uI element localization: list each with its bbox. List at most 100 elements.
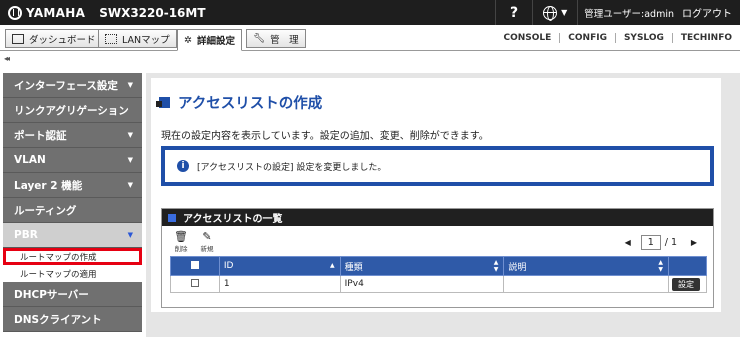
access-list-header-text: アクセスリストの一覧 <box>183 214 283 225</box>
row-description <box>503 275 669 293</box>
delete-label: 削除 <box>174 245 188 253</box>
select-all-cell <box>170 256 220 276</box>
row-id: 1 <box>218 275 341 293</box>
title-square-icon <box>156 97 170 108</box>
column-label: ID <box>223 261 234 271</box>
toolbar: 🗑︎ 削除 ✎ 新規 <box>170 230 222 254</box>
trash-icon: 🗑︎ <box>174 230 188 243</box>
chevron-down-icon: ▼ <box>127 181 133 189</box>
tab-label: LANマップ <box>122 34 170 46</box>
tab-lanmap[interactable]: LANマップ <box>98 29 177 48</box>
column-label: 種類 <box>344 262 363 273</box>
sidebar-item-label: インターフェース設定 <box>14 79 118 92</box>
yamaha-logo: YAMAHA <box>0 5 86 20</box>
settings-button[interactable]: 設定 <box>672 277 700 291</box>
sidebar-item-label: リンクアグリゲーション <box>14 104 129 117</box>
column-id[interactable]: ID ▲ <box>218 256 341 276</box>
collapse-sidebar-icon[interactable]: ◂◂ <box>4 54 10 63</box>
sort-asc-icon: ▲ <box>330 262 335 269</box>
header-square-icon <box>168 213 176 222</box>
sidebar-item-label: Layer 2 機能 <box>14 179 83 192</box>
tab-management[interactable]: 🔧︎ 管 理 <box>246 29 306 48</box>
sidebar-item-label: ポート認証 <box>14 129 67 142</box>
lanmap-icon <box>105 33 117 44</box>
wrench-icon: 🔧︎ <box>253 33 266 44</box>
column-description[interactable]: 説明 ▲ ▼ <box>503 256 669 276</box>
row-action-cell: 設定 <box>668 275 707 293</box>
access-list-box: アクセスリストの一覧 🗑︎ 削除 ✎ 新規 ◀ 1 / 1 ▶ ID ▲ 種類 … <box>161 208 714 308</box>
sidebar-item-layer2[interactable]: Layer 2 機能 ▼ <box>3 173 142 198</box>
sidebar-item-label: PBR <box>14 229 38 241</box>
new-label: 新規 <box>200 245 214 253</box>
prev-page-icon[interactable]: ◀ <box>621 238 635 247</box>
info-icon: i <box>177 160 189 172</box>
dashboard-icon <box>12 33 24 44</box>
sort-icon: ▲ ▼ <box>658 259 663 273</box>
language-button[interactable]: ▼ <box>532 0 577 25</box>
tab-label: ダッシュボード <box>29 34 96 46</box>
tab-advanced-settings[interactable]: ✲ 詳細設定 <box>177 29 242 51</box>
console-link[interactable]: CONSOLE <box>495 33 559 43</box>
sidebar-item-interface[interactable]: インターフェース設定 ▼ <box>3 73 142 98</box>
sidebar-item-dhcp-server[interactable]: DHCPサーバー <box>3 282 142 307</box>
model-name: SWX3220-16MT <box>99 5 206 20</box>
sidebar-item-label: DNSクライアント <box>14 313 102 326</box>
sidebar-item-label: VLAN <box>14 154 46 166</box>
delete-button[interactable]: 🗑︎ 削除 <box>170 230 192 254</box>
utility-links: CONSOLE CONFIG SYSLOG TECHINFO <box>495 29 740 47</box>
column-type[interactable]: 種類 ▲ ▼ <box>339 256 505 276</box>
sidebar-subitem-create-routemap[interactable]: ルートマップの作成 <box>3 248 142 265</box>
pagination: ◀ 1 / 1 ▶ <box>621 235 701 250</box>
sidebar-item-port-auth[interactable]: ポート認証 ▼ <box>3 123 142 148</box>
sidebar-item-dns-client[interactable]: DNSクライアント <box>3 307 142 332</box>
main-content: アクセスリストの作成 現在の設定内容を表示しています。設定の追加、変更、削除がで… <box>146 73 740 337</box>
notice-text: [アクセスリストの設定] 設定を変更しました。 <box>197 162 387 173</box>
gear-icon: ✲ <box>184 34 192 46</box>
column-label: 説明 <box>508 262 527 273</box>
row-checkbox[interactable] <box>190 278 199 287</box>
page-title: アクセスリストの作成 <box>156 92 323 113</box>
chevron-down-icon: ▼ <box>127 81 133 89</box>
sort-icon: ▲ ▼ <box>493 259 499 273</box>
sidebar-item-routing[interactable]: ルーティング <box>3 198 142 223</box>
row-select-cell <box>170 275 220 293</box>
content-panel: アクセスリストの作成 現在の設定内容を表示しています。設定の追加、変更、削除がで… <box>151 78 721 312</box>
help-button[interactable]: ? <box>494 0 532 25</box>
new-button[interactable]: ✎ 新規 <box>196 230 218 254</box>
access-list-table: ID ▲ 種類 ▲ ▼ 説明 ▲ ▼ 1 IPv4 設定 <box>170 256 707 293</box>
column-action <box>668 256 707 276</box>
sidebar-item-pbr[interactable]: PBR ▼ <box>3 223 142 248</box>
syslog-link[interactable]: SYSLOG <box>614 33 672 43</box>
tab-label: 管 理 <box>270 34 299 46</box>
chevron-down-icon: ▼ <box>561 8 568 17</box>
sidebar-item-label: DHCPサーバー <box>14 288 89 301</box>
page-title-text: アクセスリストの作成 <box>178 96 323 112</box>
tab-label: 詳細設定 <box>196 36 235 47</box>
sidebar-item-vlan[interactable]: VLAN ▼ <box>3 148 142 173</box>
page-description: 現在の設定内容を表示しています。設定の追加、変更、削除ができます。 <box>161 131 489 142</box>
select-all-checkbox[interactable] <box>190 260 199 269</box>
yamaha-mark-icon <box>8 5 22 20</box>
chevron-down-icon: ▼ <box>127 131 133 139</box>
top-bar: YAMAHA SWX3220-16MT ? ▼ 管理ユーザー:admin ログア… <box>0 0 740 25</box>
next-page-icon[interactable]: ▶ <box>687 238 701 247</box>
page-input[interactable]: 1 <box>640 235 661 250</box>
config-link[interactable]: CONFIG <box>559 33 615 43</box>
logout-link[interactable]: ログアウト <box>680 5 740 20</box>
tab-row: ダッシュボード LANマップ ✲ 詳細設定 🔧︎ 管 理 CONSOLE CON… <box>0 25 740 51</box>
table-header-row: ID ▲ 種類 ▲ ▼ 説明 ▲ ▼ <box>170 256 707 276</box>
sidebar-item-link-aggregation[interactable]: リンクアグリゲーション <box>3 98 142 123</box>
globe-icon <box>543 5 558 21</box>
user-label: 管理ユーザー:admin <box>577 0 680 25</box>
row-type: IPv4 <box>339 275 505 293</box>
access-list-header: アクセスリストの一覧 <box>162 209 713 226</box>
sidebar-item-label: ルーティング <box>14 204 77 217</box>
notice-box: i [アクセスリストの設定] 設定を変更しました。 <box>161 146 714 186</box>
sidebar-subitem-apply-routemap[interactable]: ルートマップの適用 <box>3 265 142 282</box>
table-row: 1 IPv4 設定 <box>170 275 707 293</box>
tab-dashboard[interactable]: ダッシュボード <box>5 29 103 48</box>
techinfo-link[interactable]: TECHINFO <box>671 33 740 43</box>
edit-icon: ✎ <box>202 230 212 243</box>
page-total: / 1 <box>664 237 677 248</box>
brand-name: YAMAHA <box>26 5 86 20</box>
